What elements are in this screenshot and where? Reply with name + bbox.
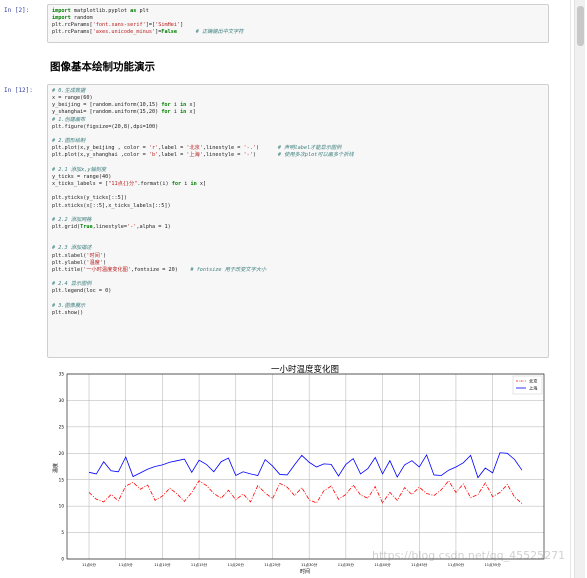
code-block[interactable]: # 0.生成数据 x = range(60) y_beijing = [random… [52, 88, 548, 317]
x-axis-label: 时间 [300, 568, 310, 575]
code-line: plt.xlabel('时间') [52, 252, 107, 259]
chart-output: 一小时温度变化图 0 5 10 15 20 25 30 35 11点0分 11点5分 11点10分… [50, 362, 556, 576]
code-line: # 2.2 添加网格 [52, 216, 92, 223]
y-tick-label: 35 [59, 372, 65, 377]
legend-label: 北京 [529, 378, 537, 385]
code-line: y_shanghai= [random.uniform(15,20) for i… [52, 109, 196, 116]
y-tick-label: 20 [59, 451, 65, 456]
y-tick-label: 15 [59, 477, 65, 482]
x-tick-label: 11点15分 [191, 562, 208, 567]
code-line: plt.grid(True,linestyle='-',alpha = 1) [52, 223, 171, 230]
code-line: # 2.3 添加描述 [52, 245, 92, 252]
code-cell-1[interactable]: import matplotlib.pyplot as plt import ra… [47, 4, 549, 43]
x-tick-label: 11点35分 [338, 562, 355, 567]
code-line: plt.show() [52, 309, 84, 316]
code-line: import matplotlib.pyplot as plt [52, 8, 149, 14]
code-line: plt.ylabel('温度') [52, 259, 107, 266]
y-tick-label: 5 [61, 530, 64, 535]
cell-1-prompt: In [2]: [4, 7, 30, 14]
legend: 北京上海 [512, 375, 543, 395]
y-tick-label: 25 [59, 424, 65, 429]
code-line: x_ticks_labels = ["11点{}分".format(i) for… [52, 181, 207, 188]
output-separator [570, 0, 571, 578]
x-tick-label: 11点5分 [119, 562, 133, 567]
code-line: y_ticks = range(40) [52, 173, 112, 180]
cell-2-prompt: In [12]: [4, 87, 33, 94]
chart-title: 一小时温度变化图 [271, 364, 339, 375]
code-line: plt.xticks(x[::5],x_ticks_labels[::5]) [52, 202, 171, 209]
watermark: https://blog.csdn.net/qq_45525271 [372, 549, 566, 562]
y-tick-label: 0 [61, 557, 64, 562]
code-cell-2[interactable]: # 0.生成数据 x = range(60) y_beijing = [random… [47, 84, 549, 358]
code-block[interactable]: import matplotlib.pyplot as plt import ra… [52, 8, 548, 37]
y-tick-label: 10 [59, 504, 65, 509]
x-tick-label: 11点25分 [264, 562, 281, 567]
legend-label: 上海 [529, 385, 538, 392]
code-line: x = range(60) [52, 95, 93, 102]
y-axis-label: 温度 [52, 463, 59, 473]
scrollbar-thumb[interactable] [577, 6, 584, 46]
code-line: y_beijing = [random.uniform(10,15) for i… [52, 102, 196, 109]
code-line: plt.rcParams['axes.unicode_minus']=False… [52, 29, 244, 36]
x-tick-label: 11点0分 [82, 562, 96, 567]
code-line: plt.plot(x,y_shanghai ,color = 'b',label… [52, 152, 354, 159]
code-line: plt.legend(loc = 0) [52, 288, 112, 295]
code-line: # 2.4 显示图例 [52, 281, 92, 288]
markdown-heading: 图像基本绘制功能演示 [50, 61, 155, 73]
code-line: # 0.生成数据 [52, 88, 86, 94]
code-line: import random [52, 15, 93, 22]
vertical-scrollbar[interactable] [574, 0, 585, 578]
x-tick-label: 11点45分 [411, 562, 428, 567]
x-tick-label: 11点40分 [374, 562, 391, 567]
x-tick-label: 11点30分 [301, 562, 318, 567]
code-line: plt.figure(figsize=(20,8),dpi=100) [52, 123, 159, 130]
y-tick-label: 30 [59, 398, 65, 403]
code-line: plt.yticks(y_ticks[::5]) [52, 195, 127, 202]
x-tick-label: 11点10分 [154, 562, 171, 567]
code-line: # 1.创建画布 [52, 116, 86, 123]
x-tick-label: 11点20分 [228, 562, 245, 567]
x-tick-label: 11点50分 [448, 562, 465, 567]
code-line: # 2.1 添加x,y轴刻度 [52, 166, 107, 173]
code-line: plt.title('一小时温度变化图',fontsize = 20) # fo… [52, 266, 267, 273]
code-line: # 3.图像展示 [52, 302, 86, 309]
x-tick-label: 11点55分 [484, 562, 501, 567]
